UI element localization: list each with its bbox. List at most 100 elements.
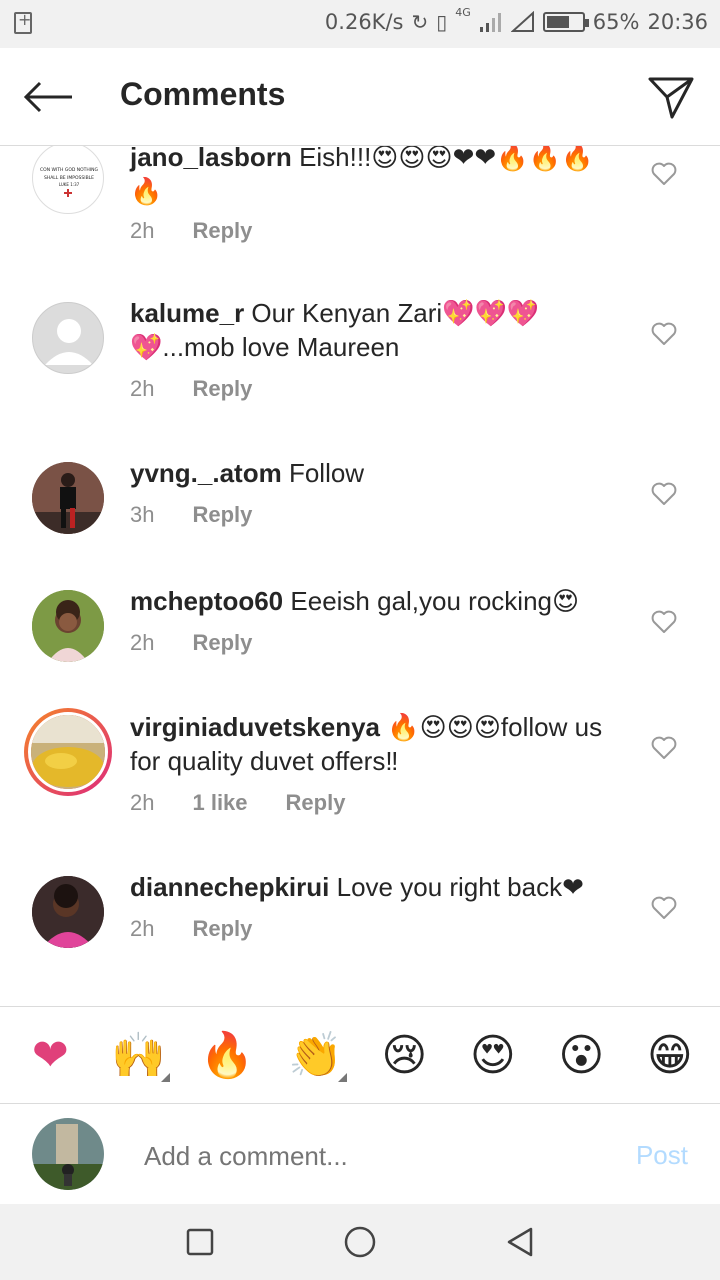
heart-outline-icon <box>651 162 677 185</box>
comment-meta: 2h Reply <box>130 376 252 402</box>
triangle-back-icon <box>507 1227 533 1257</box>
fire-emoji: 🔥 <box>199 1030 255 1081</box>
sim-icon <box>14 10 32 34</box>
comment-item: CON WITH GOD NOTHING SHALL BE IMPOSSIBLE… <box>0 146 720 296</box>
comment-item: virginiaduvetskenya 🔥😍😍😍follow us for qu… <box>0 708 720 870</box>
likes-count[interactable]: 1 like <box>192 790 247 816</box>
comment-username[interactable]: kalume_r <box>130 298 244 328</box>
comment-text: Eeeish gal,you rocking😍 <box>290 586 580 616</box>
square-icon <box>186 1228 214 1256</box>
network-type: 4G <box>455 5 471 19</box>
vibrate-icon: ▯ <box>436 10 448 34</box>
avatar[interactable] <box>32 302 104 374</box>
reply-button[interactable]: Reply <box>192 218 252 244</box>
post-button[interactable]: Post <box>636 1140 688 1171</box>
header: Comments <box>0 48 720 146</box>
heart-outline-icon <box>651 736 677 759</box>
avatar[interactable] <box>32 590 104 662</box>
raised-hands-emoji: 🙌 <box>111 1030 167 1081</box>
share-button[interactable] <box>644 70 698 124</box>
system-nav-bar <box>0 1204 720 1280</box>
variant-indicator-icon <box>160 1073 170 1082</box>
network-speed: 0.26K/s <box>324 10 404 34</box>
like-button[interactable] <box>650 160 678 188</box>
home-button[interactable] <box>340 1222 380 1262</box>
battery-percent: 65% <box>592 10 640 34</box>
comment-body: kalume_r Our Kenyan Zari💖💖💖💖...mob love … <box>130 296 620 364</box>
battery-icon <box>542 12 589 32</box>
svg-text:SHALL BE IMPOSSIBLE: SHALL BE IMPOSSIBLE <box>44 175 94 181</box>
comment-time: 2h <box>130 630 155 655</box>
back-nav-button[interactable] <box>500 1222 540 1262</box>
avatar-with-story-ring[interactable] <box>24 708 112 796</box>
comment-time: 3h <box>130 502 155 527</box>
comment-composer: Post <box>0 1104 720 1204</box>
comment-body: diannechepkirui Love you right back❤ <box>130 870 620 904</box>
heart-outline-icon <box>651 482 677 505</box>
comment-time: 2h <box>130 790 155 815</box>
like-button[interactable] <box>650 320 678 348</box>
circle-icon <box>344 1226 376 1258</box>
heart-outline-icon <box>651 322 677 345</box>
wifi-signal-icon <box>510 11 534 32</box>
comment-username[interactable]: mcheptoo60 <box>130 586 283 616</box>
comment-time: 2h <box>130 218 155 243</box>
reply-button[interactable]: Reply <box>286 790 346 816</box>
raised-hands-emoji-button[interactable]: 🙌 <box>106 1022 172 1088</box>
grin-emoji: 😁 <box>646 1029 693 1081</box>
comment-body: yvng._.atom Follow <box>130 456 620 490</box>
heart-eyes-emoji-button[interactable]: 😍 <box>460 1022 526 1088</box>
comment-body: jano_lasborn Eish!!!😍😍😍❤❤🔥🔥🔥🔥 <box>130 146 620 208</box>
surprised-emoji-button[interactable]: 😮 <box>548 1022 614 1088</box>
grin-emoji-button[interactable]: 😁 <box>637 1022 703 1088</box>
reply-button[interactable]: Reply <box>192 376 252 402</box>
reply-button[interactable]: Reply <box>192 630 252 656</box>
clapping-emoji: 👏 <box>288 1030 344 1081</box>
like-button[interactable] <box>650 608 678 636</box>
signal-icon <box>479 13 501 32</box>
recents-button[interactable] <box>180 1222 220 1262</box>
comment-item: mcheptoo60 Eeeish gal,you rocking😍 2h Re… <box>0 584 720 710</box>
comments-list[interactable]: CON WITH GOD NOTHING SHALL BE IMPOSSIBLE… <box>0 146 720 1006</box>
comment-text: Follow <box>288 458 365 488</box>
like-button[interactable] <box>650 894 678 922</box>
comment-username[interactable]: jano_lasborn <box>130 146 292 172</box>
reply-button[interactable]: Reply <box>192 916 252 942</box>
my-avatar <box>32 1118 104 1190</box>
avatar[interactable] <box>32 462 104 534</box>
svg-text:CON WITH GOD NOTHING: CON WITH GOD NOTHING <box>40 167 98 173</box>
svg-text:LUKE 1:37: LUKE 1:37 <box>59 182 80 187</box>
sad-emoji-button[interactable]: 😢 <box>371 1022 437 1088</box>
heart-outline-icon <box>651 896 677 919</box>
avatar[interactable]: CON WITH GOD NOTHING SHALL BE IMPOSSIBLE… <box>32 146 104 214</box>
arrow-left-icon <box>23 81 72 113</box>
heart-emoji-button[interactable]: ❤ <box>17 1022 83 1088</box>
comment-meta: 2h 1 like Reply <box>130 790 345 816</box>
comment-username[interactable]: yvng._.atom <box>130 458 282 488</box>
heart-outline-icon <box>651 610 677 633</box>
clapping-emoji-button[interactable]: 👏 <box>283 1022 349 1088</box>
like-button[interactable] <box>650 480 678 508</box>
comment-time: 2h <box>130 916 155 941</box>
clock: 20:36 <box>647 10 708 34</box>
variant-indicator-icon <box>337 1073 347 1082</box>
paper-plane-icon <box>648 77 694 119</box>
surprised-emoji: 😮 <box>558 1029 605 1081</box>
reply-button[interactable]: Reply <box>192 502 252 528</box>
sad-emoji: 😢 <box>381 1029 428 1081</box>
fire-emoji-button[interactable]: 🔥 <box>194 1022 260 1088</box>
comment-time: 2h <box>130 376 155 401</box>
comment-username[interactable]: diannechepkirui <box>130 872 329 902</box>
comment-meta: 2h Reply <box>130 218 252 244</box>
avatar[interactable] <box>32 876 104 948</box>
comment-body: mcheptoo60 Eeeish gal,you rocking😍 <box>130 584 620 618</box>
comment-input[interactable] <box>144 1136 604 1176</box>
comment-text: Love you right back❤ <box>336 872 584 902</box>
back-button[interactable] <box>18 72 78 122</box>
status-bar: 0.26K/s ↻ ▯ 4G 65% 20:36 <box>0 0 720 48</box>
comment-username[interactable]: virginiaduvetskenya <box>130 712 380 742</box>
like-button[interactable] <box>650 734 678 762</box>
comment-item: diannechepkirui Love you right back❤ 2h … <box>0 870 720 996</box>
heart-emoji: ❤ <box>31 1029 69 1081</box>
battery-level <box>546 16 569 28</box>
